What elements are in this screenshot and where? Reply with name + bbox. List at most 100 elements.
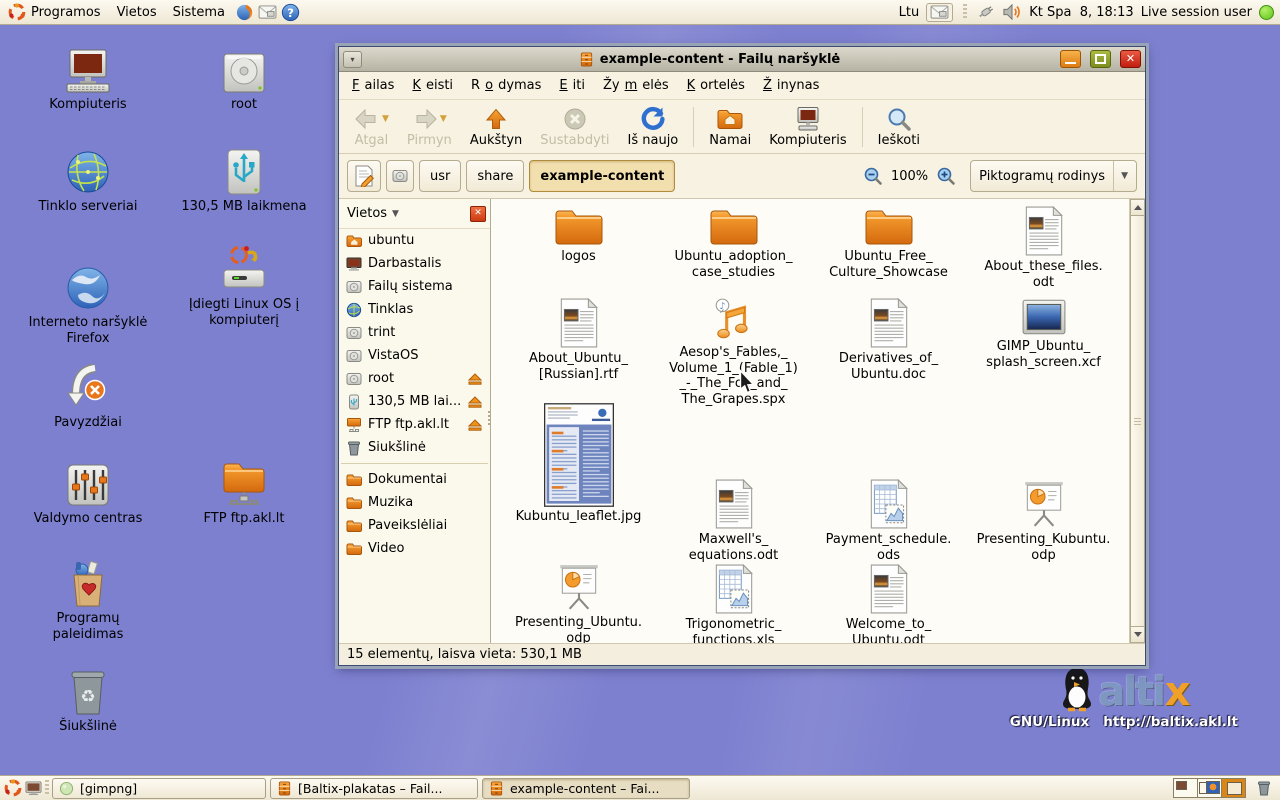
eject-button[interactable] bbox=[468, 373, 482, 385]
keyboard-layout-indicator[interactable]: Ltu bbox=[899, 5, 920, 20]
sidebar-item-muzika[interactable]: Muzika bbox=[339, 491, 490, 514]
sidebar-item-ftp-ftp-akl-lt[interactable]: FTP ftp.akl.lt bbox=[339, 413, 490, 436]
scroll-up-button[interactable] bbox=[1130, 199, 1145, 216]
show-desktop-button[interactable] bbox=[25, 781, 42, 796]
task-gimpng[interactable]: [gimpng] bbox=[52, 778, 266, 799]
desktop-icon-siuksline[interactable]: ♻Šiukšlinė bbox=[13, 666, 163, 735]
desktop-icon-valdymo-centras[interactable]: Valdymo centras bbox=[13, 458, 163, 527]
desktop-icon-130-5-mb-laikmena[interactable]: 130,5 MB laikmena bbox=[169, 146, 319, 215]
menu-zinynas[interactable]: Žinynas bbox=[754, 75, 828, 96]
close-button[interactable] bbox=[1120, 50, 1141, 68]
eject-button[interactable] bbox=[468, 419, 482, 431]
panel-menu-sistema[interactable]: Sistema bbox=[165, 1, 233, 23]
menu-keisti[interactable]: Keisti bbox=[403, 75, 462, 96]
workspace-3-active[interactable] bbox=[1222, 779, 1245, 797]
sidebar-item-dokumentai[interactable]: Dokumentai bbox=[339, 468, 490, 491]
menu-rodymas[interactable]: Rodymas bbox=[462, 75, 550, 96]
menu-eiti[interactable]: Eiti bbox=[550, 75, 594, 96]
panel-menu-vietos[interactable]: Vietos bbox=[109, 1, 165, 23]
clock[interactable]: Kt Spa 8, 18:13 bbox=[1029, 5, 1134, 20]
user-switcher[interactable]: Live session user bbox=[1141, 5, 1252, 20]
window-menu-button[interactable]: ▾ bbox=[343, 51, 362, 68]
sidebar-item-darbastalis[interactable]: Darbastalis bbox=[339, 252, 490, 275]
mail-tray-button[interactable] bbox=[926, 3, 953, 22]
launcher-mail[interactable] bbox=[258, 3, 277, 22]
tasklist-handle[interactable] bbox=[45, 780, 49, 796]
file-derivatives-of-ubuntu-doc[interactable]: Derivatives_of_ Ubuntu.doc bbox=[811, 297, 966, 403]
file-presenting-ubuntu-odp[interactable]: Presenting_Ubuntu. odp bbox=[501, 563, 656, 643]
file-aesop-s-fables-volume-1-fabl[interactable]: ♪Aesop's_Fables,_ Volume_1_(Fable_1) _-_… bbox=[656, 297, 811, 403]
vertical-scrollbar[interactable] bbox=[1129, 199, 1145, 643]
sidebar-item-paveiksleliai[interactable]: Paveikslėliai bbox=[339, 514, 490, 537]
file-kubuntu-leaflet-jpg[interactable]: Kubuntu_leaflet.jpg bbox=[501, 403, 656, 563]
toolbar-is-naujo-button[interactable]: Iš naujo bbox=[619, 103, 688, 150]
file-about-ubuntu-russian-rtf[interactable]: About_Ubuntu_ [Russian].rtf bbox=[501, 297, 656, 403]
desktop-icon-ftp-ftp-akl-lt[interactable]: FTP ftp.akl.lt bbox=[169, 458, 319, 527]
view-mode-select[interactable]: Piktogramų rodinys ▼ bbox=[970, 160, 1137, 192]
sidebar-header[interactable]: Vietos bbox=[347, 206, 387, 221]
desktop-icon-tinklo-serveriai[interactable]: Tinklo serveriai bbox=[13, 146, 163, 215]
file-gimp-ubuntu-splash-screen-xc[interactable]: GIMP_Ubuntu_ splash_screen.xcf bbox=[966, 297, 1121, 403]
menu-zymeles[interactable]: Žymelės bbox=[594, 75, 678, 96]
toolbar-ieskoti-button[interactable]: Ieškoti bbox=[869, 103, 929, 150]
zoom-in-button[interactable] bbox=[933, 166, 959, 186]
speaker-icon[interactable] bbox=[1002, 3, 1022, 21]
sidebar-item-vistaos[interactable]: VistaOS bbox=[339, 344, 490, 367]
scrollbar-thumb[interactable] bbox=[1130, 215, 1145, 627]
file-ubuntu-adoption-case-studies[interactable]: Ubuntu_adoption_ case_studies bbox=[656, 205, 811, 297]
toolbar-kompiuteris-button[interactable]: Kompiuteris bbox=[760, 103, 855, 150]
crumb-example-content[interactable]: example-content bbox=[529, 160, 675, 192]
sidebar-item-root[interactable]: root bbox=[339, 367, 490, 390]
launcher-firefox[interactable] bbox=[235, 3, 254, 22]
maximize-button[interactable] bbox=[1090, 50, 1111, 68]
minimize-button[interactable] bbox=[1060, 50, 1081, 68]
task-example-content-fai[interactable]: example-content – Fai... bbox=[482, 778, 690, 799]
sidebar-item-130-5-mb-lai[interactable]: 130,5 MB lai... bbox=[339, 390, 490, 413]
launcher-help[interactable]: ? bbox=[281, 3, 300, 22]
crumb-usr[interactable]: usr bbox=[419, 160, 461, 192]
titlebar[interactable]: ▾ example-content - Failų naršyklė bbox=[339, 47, 1145, 72]
file-about-these-files-odt[interactable]: About_these_files. odt bbox=[966, 205, 1121, 297]
scroll-down-button[interactable] bbox=[1130, 626, 1145, 643]
toolbar-aukstyn-button[interactable]: Aukštyn bbox=[461, 103, 531, 150]
sidebar-item-ubuntu[interactable]: ubuntu bbox=[339, 229, 490, 252]
file-ubuntu-free-culture-showcase[interactable]: Ubuntu_Free_ Culture_Showcase bbox=[811, 205, 966, 297]
toolbar-namai-button[interactable]: Namai bbox=[700, 103, 760, 150]
sidebar-close-button[interactable]: ✕ bbox=[470, 206, 486, 222]
desktop-icon-pavyzdziai[interactable]: Pavyzdžiai bbox=[13, 362, 163, 431]
sidebar-item-video[interactable]: Video bbox=[339, 537, 490, 560]
chevron-down-icon[interactable]: ▼ bbox=[440, 114, 447, 124]
zoom-out-button[interactable] bbox=[860, 166, 886, 186]
network-icon[interactable] bbox=[977, 3, 995, 21]
chevron-down-icon[interactable]: ▼ bbox=[382, 114, 389, 124]
file-payment-schedule-ods[interactable]: Payment_schedule. ods bbox=[811, 403, 966, 563]
desktop-icon-programu-paleidimas[interactable]: Programų paleidimas bbox=[13, 558, 163, 642]
sidebar-item-trint[interactable]: trint bbox=[339, 321, 490, 344]
desktop-icon-kompiuteris[interactable]: Kompiuteris bbox=[13, 44, 163, 113]
sidebar-item-failu-sistema[interactable]: Failų sistema bbox=[339, 275, 490, 298]
file-presenting-kubuntu-odp[interactable]: Presenting_Kubuntu. odp bbox=[966, 403, 1121, 563]
panel-menu-programos[interactable]: Programos bbox=[0, 1, 109, 23]
sidebar-item-tinklas[interactable]: Tinklas bbox=[339, 298, 490, 321]
applet-handle[interactable] bbox=[963, 4, 967, 20]
workspace-switcher[interactable] bbox=[1173, 778, 1246, 798]
file-trigonometric-functions-xls[interactable]: Trigonometric_ functions.xls bbox=[656, 563, 811, 643]
desktop-icon-idiegti-linux-os-i-kompiuter[interactable]: Įdiegti Linux OS į kompiuterį bbox=[169, 244, 319, 328]
task-baltix-plakatas-fail[interactable]: [Baltix-plakatas – Fail... bbox=[270, 778, 478, 799]
menu-failas[interactable]: Failas bbox=[343, 75, 403, 96]
file-label: logos bbox=[561, 249, 596, 265]
eject-button[interactable] bbox=[468, 396, 482, 408]
crumb-share[interactable]: share bbox=[466, 160, 524, 192]
file-maxwell-s-equations-odt[interactable]: Maxwell's_ equations.odt bbox=[656, 403, 811, 563]
workspace-2[interactable] bbox=[1198, 779, 1222, 797]
desktop-icon-root[interactable]: root bbox=[169, 44, 319, 113]
trash-applet-icon[interactable] bbox=[1256, 780, 1272, 796]
menu-korteles[interactable]: Kortelės bbox=[678, 75, 754, 96]
workspace-1[interactable] bbox=[1174, 779, 1198, 797]
desktop-icon-interneto-narsykle-firefox[interactable]: Interneto naršyklė Firefox bbox=[13, 262, 163, 346]
sidebar-item-siuksline[interactable]: Šiukšlinė bbox=[339, 436, 490, 459]
edit-location-button[interactable] bbox=[347, 160, 381, 192]
file-welcome-to-ubuntu-odt[interactable]: Welcome_to_ Ubuntu.odt bbox=[811, 563, 966, 643]
root-crumb-button[interactable] bbox=[386, 160, 414, 192]
file-logos[interactable]: logos bbox=[501, 205, 656, 297]
